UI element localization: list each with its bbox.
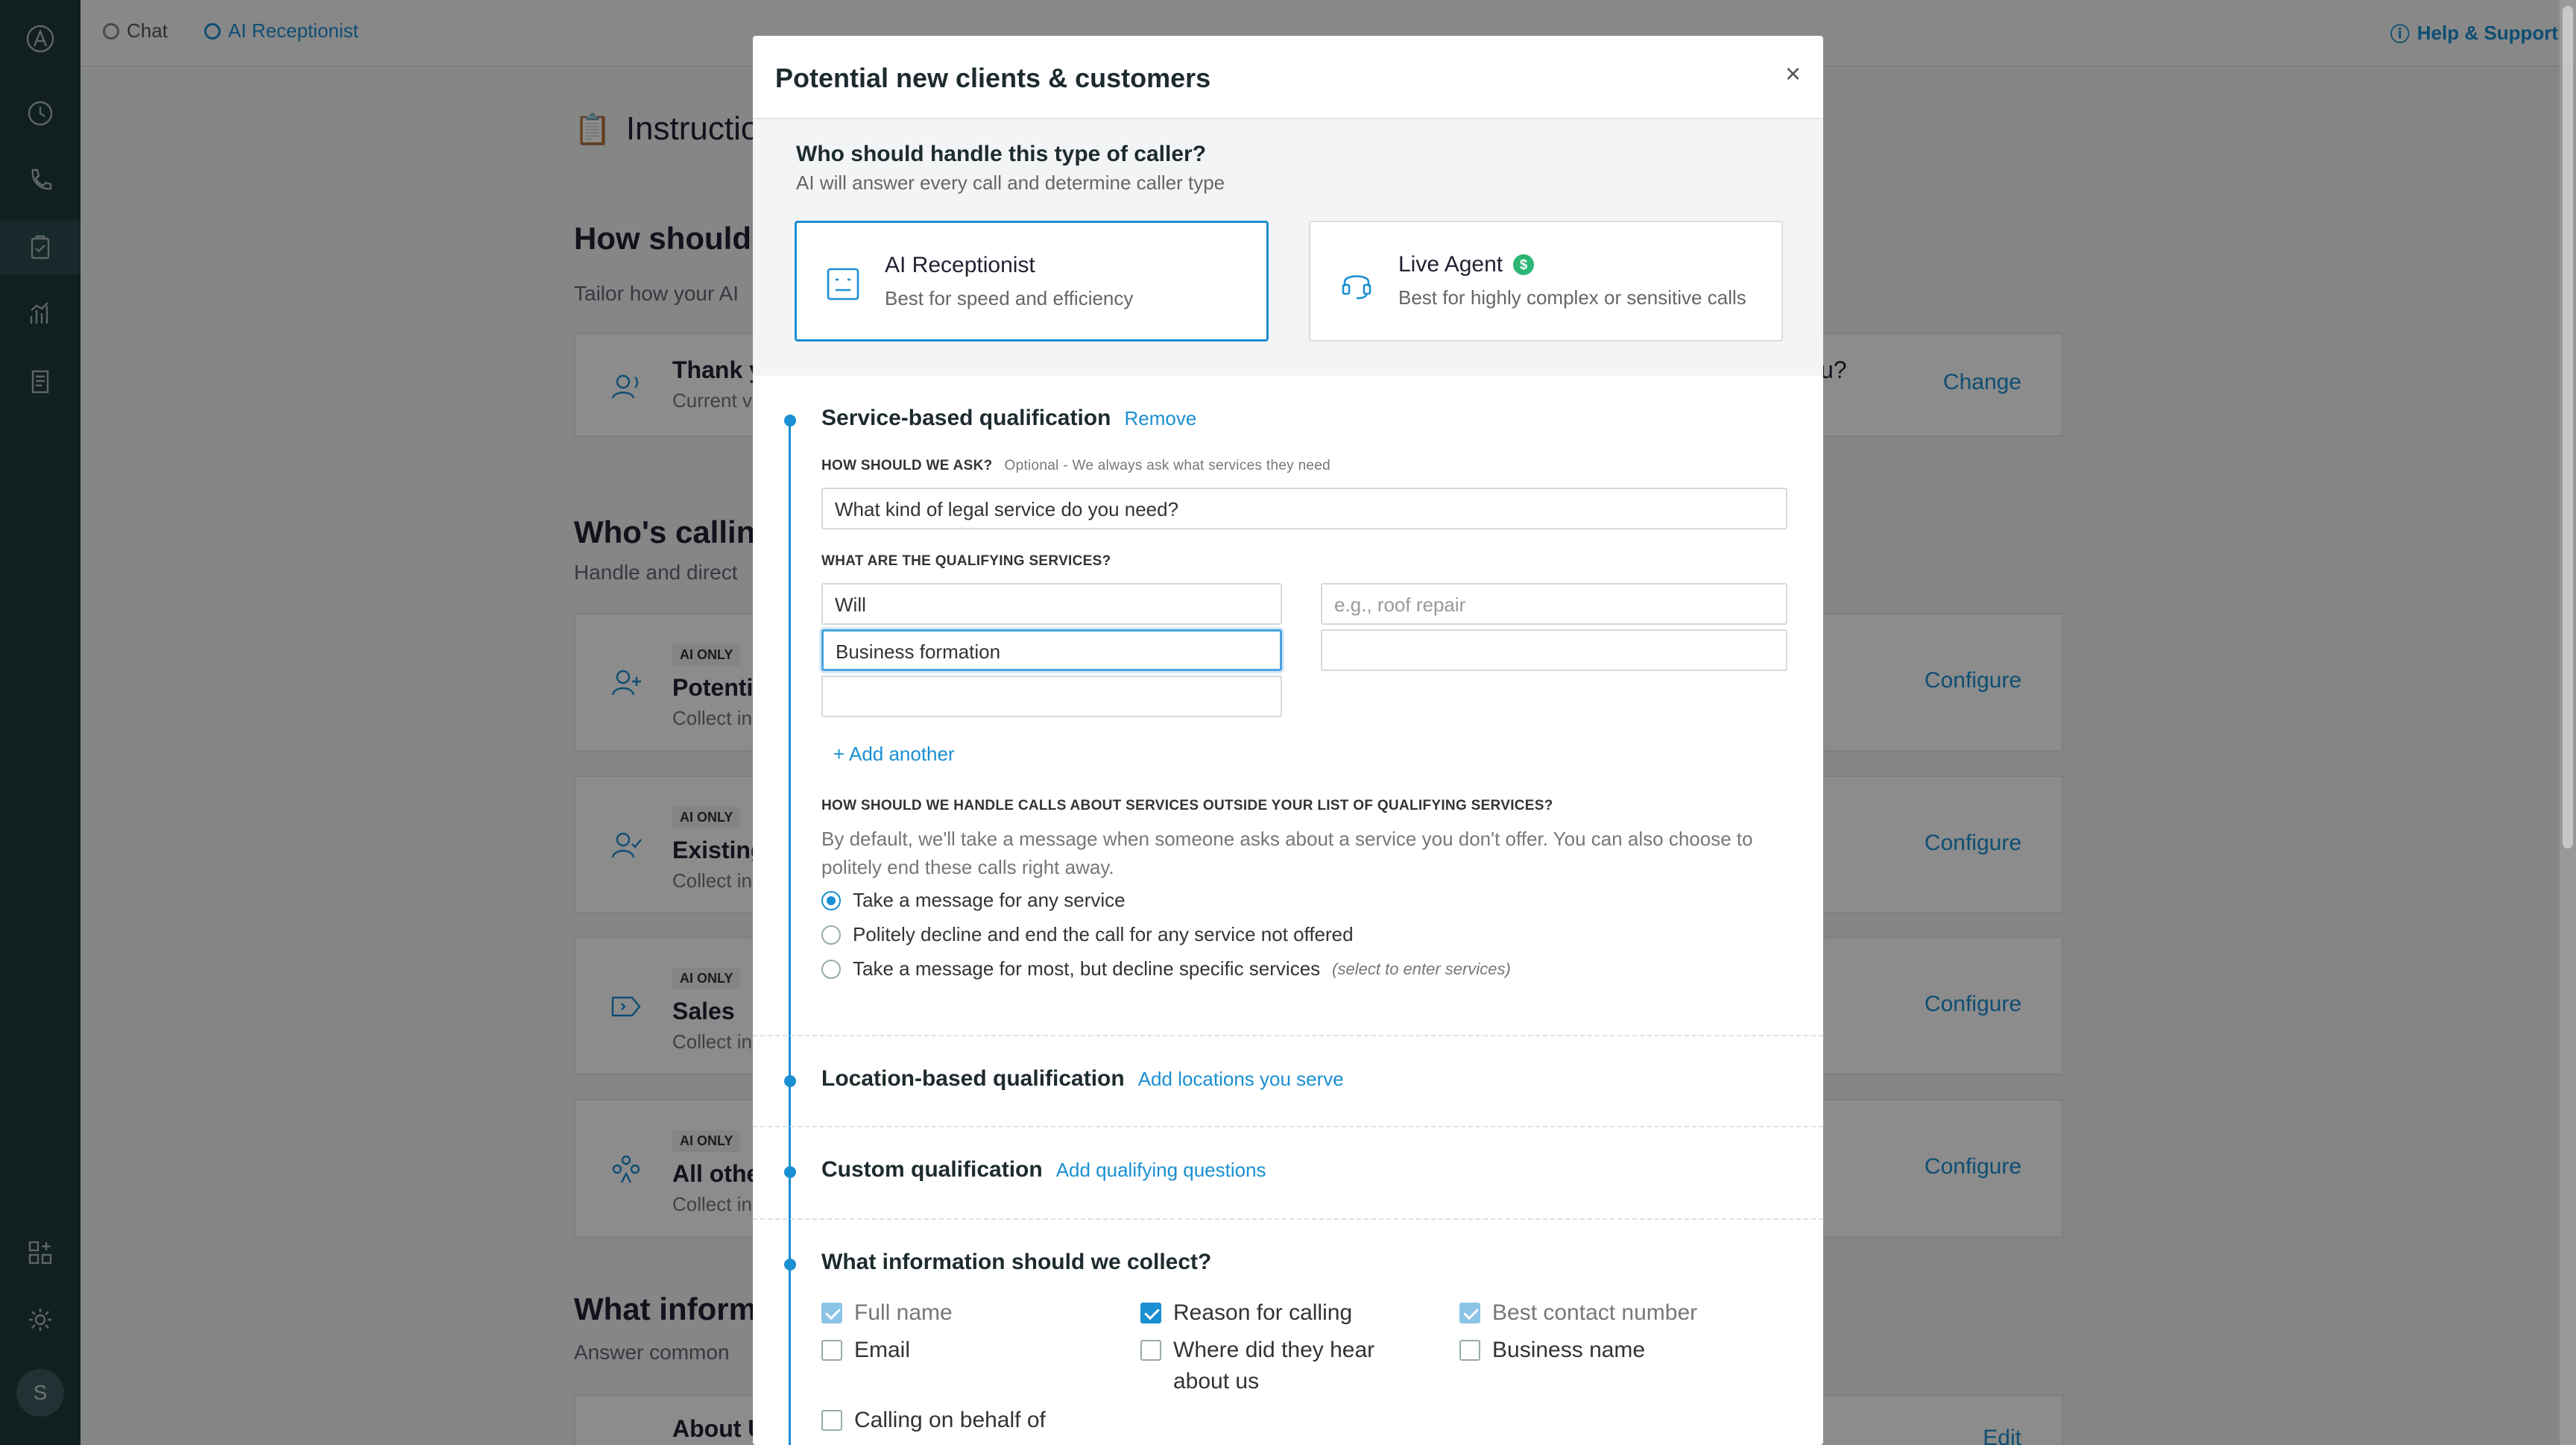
- add-qualifying-questions-link[interactable]: Add qualifying questions: [1056, 1159, 1266, 1182]
- checkbox-full-name: Full name: [821, 1297, 953, 1329]
- outside-services-label: HOW SHOULD WE HANDLE CALLS ABOUT SERVICE…: [821, 798, 1553, 813]
- service-input[interactable]: Will: [821, 583, 1282, 625]
- services-label: WHAT ARE THE QUALIFYING SERVICES?: [821, 553, 1111, 569]
- headset-icon: [1337, 264, 1376, 303]
- service-input[interactable]: [821, 676, 1282, 717]
- checkbox-label: Full name: [854, 1300, 953, 1325]
- radio-politely-decline[interactable]: Politely decline and end the call for an…: [821, 923, 1354, 946]
- option-title: AI Receptionist: [885, 253, 1035, 277]
- paid-dollar-icon: $: [1513, 254, 1535, 275]
- add-another-service-link[interactable]: + Add another: [833, 743, 955, 766]
- service-input[interactable]: e.g., roof repair: [1321, 583, 1787, 625]
- radio-label: Politely decline and end the call for an…: [853, 923, 1354, 945]
- location-section-title: Location-based qualification Add locatio…: [821, 1066, 1344, 1092]
- caller-type-modal: Potential new clients & customers × Who …: [753, 36, 1823, 1445]
- timeline-dot: [784, 1166, 796, 1178]
- page-scrollbar[interactable]: [2560, 0, 2576, 1445]
- checkbox-checked[interactable]: [1140, 1303, 1161, 1323]
- service-input[interactable]: [1321, 629, 1787, 671]
- checkbox-locked: [1459, 1303, 1480, 1323]
- checkbox-reason-for-calling[interactable]: Reason for calling: [1140, 1297, 1352, 1329]
- section-timeline: [789, 416, 791, 1445]
- ask-optional-note: Optional - We always ask what services t…: [1004, 458, 1331, 473]
- location-title-text: Location-based qualification: [821, 1066, 1125, 1091]
- radio-button-checked[interactable]: [821, 890, 841, 910]
- radio-label: Take a message for any service: [853, 889, 1126, 911]
- custom-section-title: Custom qualification Add qualifying ques…: [821, 1157, 1266, 1183]
- section-divider: [753, 1035, 1823, 1036]
- service-input-focused[interactable]: Business formation: [821, 629, 1282, 671]
- modal-title: Potential new clients & customers: [775, 63, 1211, 93]
- checkbox-business-name[interactable]: Business name: [1459, 1335, 1645, 1366]
- checkbox-email[interactable]: Email: [821, 1335, 910, 1366]
- checkbox-label: Business name: [1492, 1338, 1646, 1362]
- remove-service-link[interactable]: Remove: [1124, 407, 1196, 430]
- radio-decline-specific[interactable]: Take a message for most, but decline spe…: [821, 957, 1511, 980]
- live-agent-option[interactable]: Live Agent $ Best for highly complex or s…: [1309, 221, 1783, 341]
- collect-title-text: What information should we collect?: [821, 1250, 1212, 1274]
- checkbox[interactable]: [821, 1410, 842, 1431]
- collect-section-title: What information should we collect?: [821, 1250, 1211, 1275]
- service-section-title: Service-based qualification Remove: [821, 406, 1196, 431]
- ask-label-text: HOW SHOULD WE ASK?: [821, 458, 993, 473]
- checkbox-calling-on-behalf[interactable]: Calling on behalf of: [821, 1405, 1046, 1436]
- handler-section: Who should handle this type of caller? A…: [753, 119, 1823, 376]
- option-sub: Best for highly complex or sensitive cal…: [1398, 286, 1746, 309]
- checkbox-best-contact-number: Best contact number: [1459, 1297, 1697, 1329]
- checkbox[interactable]: [821, 1340, 842, 1361]
- section-divider: [753, 1218, 1823, 1220]
- custom-title-text: Custom qualification: [821, 1157, 1043, 1182]
- radio-take-message-any[interactable]: Take a message for any service: [821, 889, 1126, 912]
- checkbox[interactable]: [1140, 1340, 1161, 1361]
- radio-hint: (select to enter services): [1332, 959, 1511, 978]
- checkbox-where-heard[interactable]: Where did they hear about us: [1140, 1335, 1409, 1397]
- section-divider: [753, 1126, 1823, 1127]
- add-locations-link[interactable]: Add locations you serve: [1138, 1068, 1344, 1091]
- radio-button[interactable]: [821, 925, 841, 945]
- scrollbar-thumb[interactable]: [2563, 6, 2573, 849]
- checkbox-label: Calling on behalf of: [854, 1408, 1046, 1432]
- checkbox-label: Where did they hear about us: [1173, 1338, 1375, 1394]
- handler-question: Who should handle this type of caller?: [796, 142, 1207, 166]
- modal-header: Potential new clients & customers ×: [753, 36, 1823, 119]
- service-title-text: Service-based qualification: [821, 406, 1111, 430]
- checkbox-locked: [821, 1303, 842, 1323]
- ask-question-input[interactable]: What kind of legal service do you need?: [821, 488, 1787, 529]
- timeline-dot: [784, 1259, 796, 1271]
- robot-face-icon: [824, 265, 862, 303]
- ai-receptionist-option[interactable]: AI Receptionist Best for speed and effic…: [795, 221, 1269, 341]
- close-icon[interactable]: ×: [1785, 58, 1801, 89]
- option-title: Live Agent: [1398, 252, 1503, 277]
- outside-services-desc: By default, we'll take a message when so…: [821, 828, 1753, 878]
- handler-sub: AI will answer every call and determine …: [796, 171, 1225, 194]
- option-sub: Best for speed and efficiency: [885, 287, 1134, 309]
- ask-label: HOW SHOULD WE ASK? Optional - We always a…: [821, 458, 1330, 474]
- timeline-dot: [784, 1075, 796, 1087]
- checkbox-label: Reason for calling: [1173, 1300, 1353, 1325]
- radio-label: Take a message for most, but decline spe…: [853, 957, 1321, 980]
- checkbox[interactable]: [1459, 1340, 1480, 1361]
- radio-button[interactable]: [821, 959, 841, 979]
- checkbox-label: Email: [854, 1338, 911, 1362]
- timeline-dot: [784, 415, 796, 426]
- checkbox-label: Best contact number: [1492, 1300, 1698, 1325]
